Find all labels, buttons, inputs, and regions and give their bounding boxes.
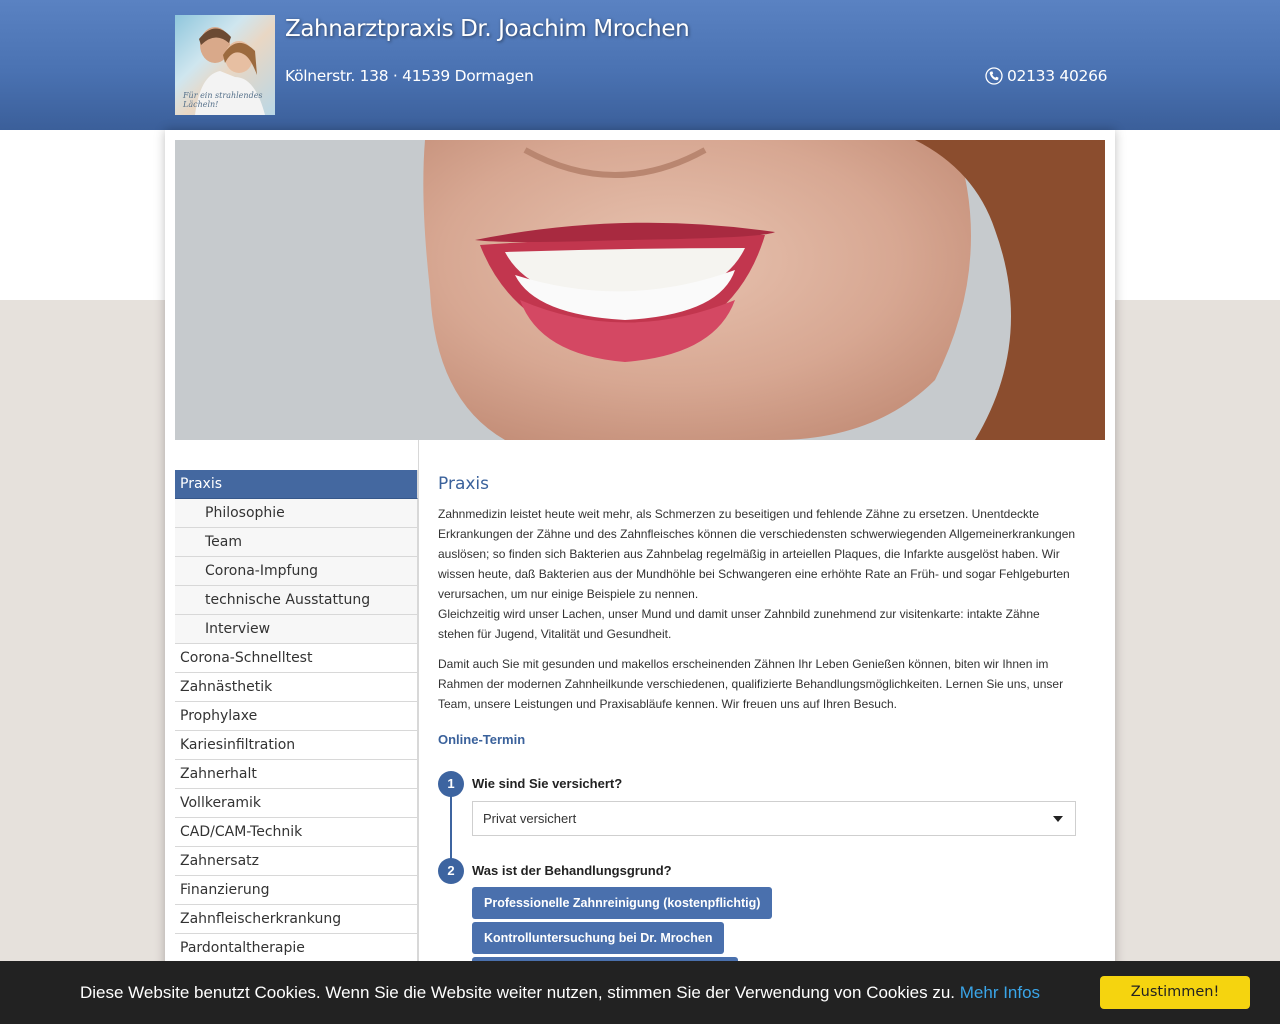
sidebar-item-zahnerhalt[interactable]: Zahnerhalt — [175, 760, 418, 789]
intro-paragraph: Zahnmedizin leistet heute weit mehr, als… — [438, 504, 1078, 644]
reason-button-kontrolluntersuchung[interactable]: Kontrolluntersuchung bei Dr. Mrochen — [472, 922, 725, 954]
sidebar-item-corona-schnelltest[interactable]: Corona-Schnelltest — [175, 644, 418, 673]
sidebar-item-cad-cam-technik[interactable]: CAD/CAM-Technik — [175, 818, 418, 847]
page-container: Praxis Philosophie Team Corona-Impfung t… — [165, 130, 1115, 1024]
second-paragraph: Damit auch Sie mit gesunden und makellos… — [438, 657, 1064, 711]
sidebar-item-praxis[interactable]: Praxis — [175, 470, 418, 499]
logo[interactable]: Für ein strahlendes Lächeln! — [175, 15, 275, 115]
sidebar-item-team[interactable]: Team — [175, 528, 418, 557]
sidebar-nav: Praxis Philosophie Team Corona-Impfung t… — [175, 470, 418, 963]
sidebar-item-vollkeramik[interactable]: Vollkeramik — [175, 789, 418, 818]
sidebar-item-technische-ausstattung[interactable]: technische Ausstattung — [175, 586, 418, 615]
sidebar-item-finanzierung[interactable]: Finanzierung — [175, 876, 418, 905]
sidebar-item-prophylaxe[interactable]: Prophylaxe — [175, 702, 418, 731]
intro-text-1: Zahnmedizin leistet heute weit mehr, als… — [438, 507, 1076, 601]
reason-button-zahnreinigung[interactable]: Professionelle Zahnreinigung (kostenpfli… — [472, 887, 773, 919]
step-insurance: 1 Wie sind Sie versichert? Privat versic… — [438, 771, 1078, 863]
insurance-select[interactable]: Privat versichert — [472, 801, 1076, 836]
sidebar-item-corona-impfung[interactable]: Corona-Impfung — [175, 557, 418, 586]
chevron-down-icon — [1053, 816, 1063, 822]
column-divider — [418, 440, 419, 1024]
smile-photo-icon — [175, 140, 1105, 440]
step-number-2: 2 — [438, 858, 464, 884]
phone-icon — [985, 67, 1003, 85]
cookie-text: Diese Website benutzt Cookies. Wenn Sie … — [80, 983, 956, 1002]
cookie-accept-button[interactable]: Zustimmen! — [1100, 976, 1250, 1009]
sidebar-item-interview[interactable]: Interview — [175, 615, 418, 644]
sidebar-item-zahnaesthetik[interactable]: Zahnästhetik — [175, 673, 418, 702]
logo-script-text: Für ein strahlendes Lächeln! — [183, 91, 263, 109]
step-timeline — [450, 793, 452, 863]
site-address: Kölnerstr. 138 · 41539 Dormagen — [285, 67, 534, 85]
step-label-insurance: Wie sind Sie versichert? — [472, 776, 623, 791]
hero-image — [175, 140, 1105, 440]
step-label-reason: Was ist der Behandlungsgrund? — [472, 863, 672, 878]
sidebar-item-philosophie[interactable]: Philosophie — [175, 499, 418, 528]
sidebar-item-zahnersatz[interactable]: Zahnersatz — [175, 847, 418, 876]
cookie-message: Diese Website benutzt Cookies. Wenn Sie … — [80, 983, 1040, 1003]
online-termin-title: Online-Termin — [438, 732, 526, 747]
sidebar-item-pardontaltherapie[interactable]: Pardontaltherapie — [175, 934, 418, 963]
site-header: Für ein strahlendes Lächeln! Zahnarztpra… — [0, 0, 1280, 130]
sidebar-item-kariesinfiltration[interactable]: Kariesinfiltration — [175, 731, 418, 760]
step-number-1: 1 — [438, 771, 464, 797]
phone-link[interactable]: 02133 40266 — [985, 67, 1108, 85]
site-title[interactable]: Zahnarztpraxis Dr. Joachim Mrochen — [285, 16, 690, 42]
phone-number: 02133 40266 — [1007, 67, 1108, 85]
sidebar-item-zahnfleischerkrankung[interactable]: Zahnfleischerkrankung — [175, 905, 418, 934]
cookie-more-info-link[interactable]: Mehr Infos — [960, 983, 1040, 1002]
insurance-select-value: Privat versichert — [483, 811, 577, 826]
intro-text-2: Gleichzeitig wird unser Lachen, unser Mu… — [438, 607, 1040, 641]
page-title: Praxis — [438, 474, 489, 494]
main-content: Praxis Zahnmedizin leistet heute weit me… — [438, 470, 1078, 997]
cookie-banner: Diese Website benutzt Cookies. Wenn Sie … — [0, 961, 1280, 1024]
